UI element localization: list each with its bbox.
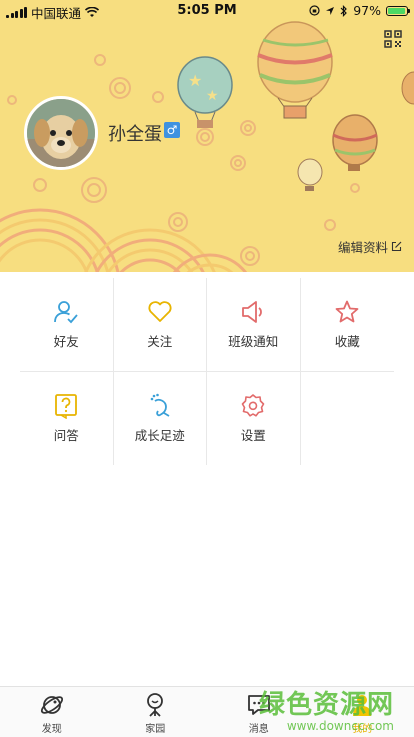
grid-item-follow[interactable]: 关注 (114, 278, 208, 371)
grid-row: 好友 关注 班级通知 收藏 (20, 278, 394, 372)
tab-label: 家园 (145, 720, 165, 735)
watermark-url: www.downcc.com (259, 719, 394, 733)
feature-grid: 好友 关注 班级通知 收藏 (20, 278, 394, 465)
male-gender-icon: ♂ (164, 122, 180, 138)
grid-item-settings[interactable]: 设置 (207, 372, 301, 465)
puppy-photo (27, 99, 95, 167)
battery-fill (388, 8, 405, 14)
home-tree-icon (142, 692, 168, 718)
edit-profile-button[interactable]: 编辑资料 (338, 237, 402, 256)
username: 孙全蛋 (108, 120, 162, 146)
megaphone-icon (240, 299, 266, 325)
footprint-icon (147, 393, 173, 419)
grid-item-label: 班级通知 (228, 331, 278, 350)
tab-home[interactable]: 家园 (104, 687, 208, 737)
grid-item-growth[interactable]: 成长足迹 (114, 372, 208, 465)
grid-item-label: 成长足迹 (135, 425, 185, 444)
profile-header: ★ ★ 中国联通 (0, 0, 414, 272)
edit-icon (391, 241, 402, 252)
status-bar: 中国联通 5:05 PM 97% (0, 0, 414, 22)
grid-item-label: 好友 (54, 331, 79, 350)
svg-text:★: ★ (206, 88, 219, 104)
rotation-lock-icon (309, 5, 320, 16)
avatar[interactable] (24, 96, 98, 170)
bluetooth-icon (340, 5, 348, 17)
tab-label: 发现 (42, 720, 62, 735)
grid-item-empty (301, 372, 395, 465)
star-icon (334, 299, 360, 325)
battery-percent: 97% (353, 3, 381, 18)
heart-icon (147, 299, 173, 325)
grid-row: 问答 成长足迹 设置 (20, 372, 394, 465)
edit-profile-label: 编辑资料 (338, 237, 388, 256)
grid-item-friends[interactable]: 好友 (20, 278, 114, 371)
grid-item-favorites[interactable]: 收藏 (301, 278, 395, 371)
watermark-title: 绿色资源网 (259, 684, 394, 721)
settings-icon (240, 393, 266, 419)
grid-item-label: 收藏 (335, 331, 360, 350)
svg-text:★: ★ (188, 71, 202, 90)
tab-discover[interactable]: 发现 (0, 687, 104, 737)
grid-item-qa[interactable]: 问答 (20, 372, 114, 465)
qr-code-icon[interactable] (384, 30, 402, 48)
watermark: 绿色资源网 www.downcc.com (259, 684, 394, 733)
location-icon (325, 6, 335, 16)
friend-icon (53, 299, 79, 325)
planet-icon (39, 692, 65, 718)
battery-icon (386, 6, 408, 16)
grid-item-class-notice[interactable]: 班级通知 (207, 278, 301, 371)
question-icon (53, 393, 79, 419)
grid-item-label: 关注 (147, 331, 172, 350)
grid-item-label: 问答 (54, 425, 79, 444)
grid-item-label: 设置 (241, 425, 266, 444)
